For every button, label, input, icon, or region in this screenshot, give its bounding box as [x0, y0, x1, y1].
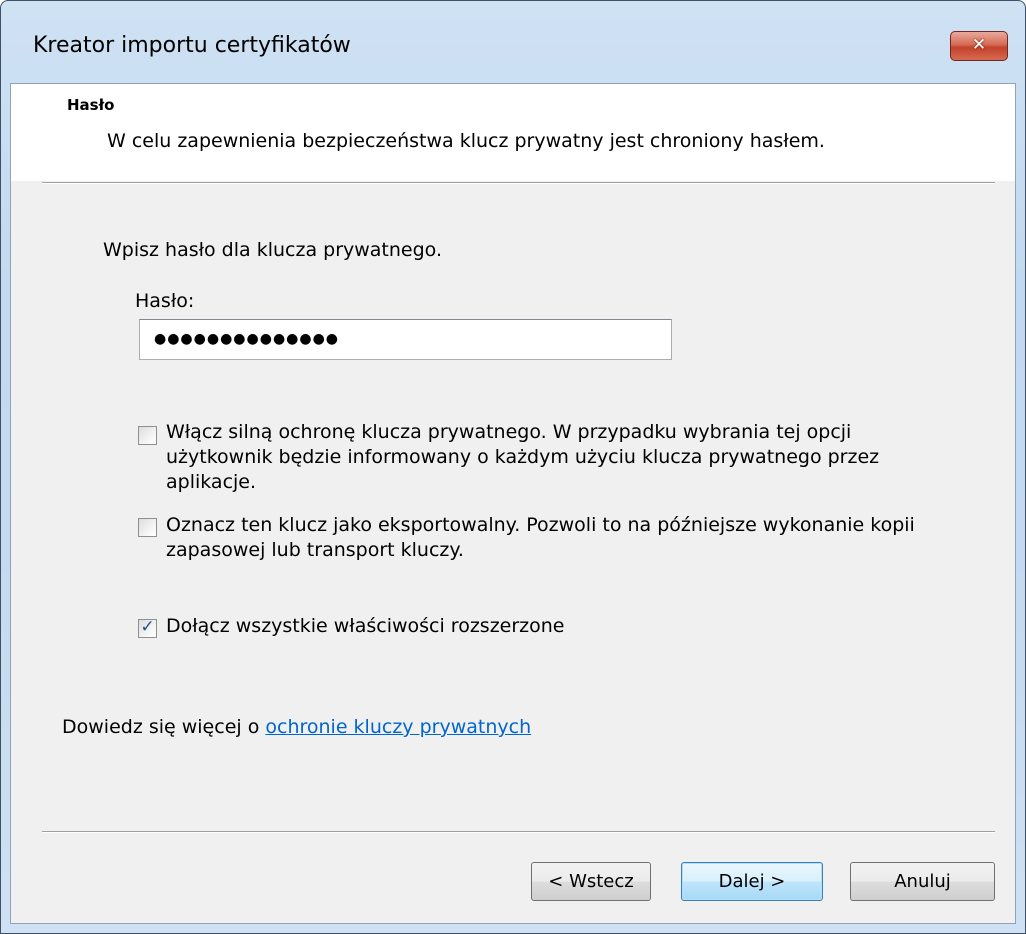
- exportable-key-label[interactable]: Oznacz ten klucz jako eksportowalny. Poz…: [166, 513, 966, 563]
- cancel-button[interactable]: Anuluj: [850, 862, 995, 901]
- password-input[interactable]: ●●●●●●●●●●●●●●: [139, 319, 672, 360]
- back-button[interactable]: < Wstecz: [531, 862, 651, 901]
- close-icon: ✕: [971, 35, 987, 55]
- strong-protection-checkbox[interactable]: [138, 426, 157, 445]
- close-button[interactable]: ✕: [950, 31, 1008, 61]
- page-title: Hasło: [67, 96, 115, 114]
- wizard-header: Hasło W celu zapewnienia bezpieczeństwa …: [11, 84, 1015, 181]
- header-separator: [42, 182, 995, 184]
- strong-protection-label[interactable]: Włącz silną ochronę klucza prywatnego. W…: [166, 420, 946, 495]
- wizard-window: Kreator importu certyfikatów ✕ Hasło W c…: [0, 0, 1026, 934]
- wizard-client-area: Hasło W celu zapewnienia bezpieczeństwa …: [10, 83, 1016, 924]
- learn-more-prefix: Dowiedz się więcej o: [62, 716, 266, 738]
- title-bar[interactable]: Kreator importu certyfikatów ✕: [1, 1, 1025, 83]
- checkmark-icon: ✓: [140, 617, 155, 637]
- exportable-key-checkbox[interactable]: [138, 518, 157, 537]
- password-label: Hasło:: [135, 290, 195, 312]
- extended-properties-label[interactable]: Dołącz wszystkie właściwości rozszerzone: [166, 614, 866, 639]
- window-title: Kreator importu certyfikatów: [33, 33, 351, 58]
- learn-more-text: Dowiedz się więcej o ochronie kluczy pry…: [62, 716, 531, 738]
- page-description: W celu zapewnienia bezpieczeństwa klucz …: [107, 130, 825, 152]
- footer-separator: [42, 831, 995, 833]
- extended-properties-checkbox[interactable]: ✓: [138, 617, 157, 638]
- learn-more-link[interactable]: ochronie kluczy prywatnych: [265, 716, 531, 738]
- password-prompt: Wpisz hasło dla klucza prywatnego.: [103, 239, 443, 261]
- next-button[interactable]: Dalej >: [681, 862, 823, 901]
